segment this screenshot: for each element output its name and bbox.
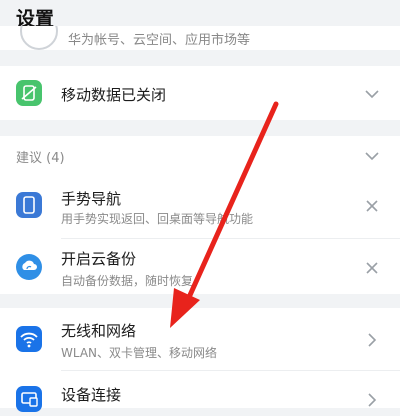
suggestion-gesture-nav[interactable]: 手势导航 用手势实现返回、回桌面等导航功能 <box>0 178 400 238</box>
close-icon[interactable] <box>364 260 380 276</box>
settings-item-subtitle: WLAN、双卡管理、移动网络 <box>61 346 218 360</box>
wifi-icon <box>16 326 42 352</box>
account-subtitle: 华为帐号、云空间、应用市场等 <box>68 33 251 48</box>
chevron-down-icon[interactable] <box>364 86 380 102</box>
settings-item-wireless-network[interactable]: 无线和网络 WLAN、双卡管理、移动网络 <box>0 308 400 370</box>
settings-item-title: 设备连接 <box>61 386 122 404</box>
mobile-data-off-icon <box>16 80 42 106</box>
settings-item-device-connection[interactable]: 设备连接 <box>0 370 400 412</box>
close-icon[interactable] <box>364 198 380 214</box>
mobile-data-card[interactable]: 移动数据已关闭 <box>0 66 400 120</box>
suggestion-cloud-backup[interactable]: 开启云备份 自动备份数据，随时恢复 <box>0 238 400 294</box>
mobile-data-title: 移动数据已关闭 <box>61 86 167 104</box>
chevron-right-icon[interactable] <box>364 392 380 408</box>
suggestion-subtitle: 自动备份数据，随时恢复 <box>61 274 194 288</box>
account-card[interactable]: 华为帐号、云空间、应用市场等 <box>0 26 400 50</box>
suggestion-subtitle: 用手势实现返回、回桌面等导航功能 <box>61 212 254 226</box>
phone-gesture-icon <box>16 192 42 218</box>
settings-item-title: 无线和网络 <box>61 322 137 340</box>
cloud-backup-icon <box>16 254 42 280</box>
chevron-down-icon[interactable] <box>364 148 380 164</box>
chevron-right-icon[interactable] <box>364 332 380 348</box>
suggestions-label: 建议 (4) <box>16 151 65 166</box>
device-connection-icon <box>16 386 42 412</box>
suggestion-title: 手势导航 <box>61 190 122 208</box>
avatar <box>20 26 58 50</box>
suggestion-title: 开启云备份 <box>61 250 137 268</box>
